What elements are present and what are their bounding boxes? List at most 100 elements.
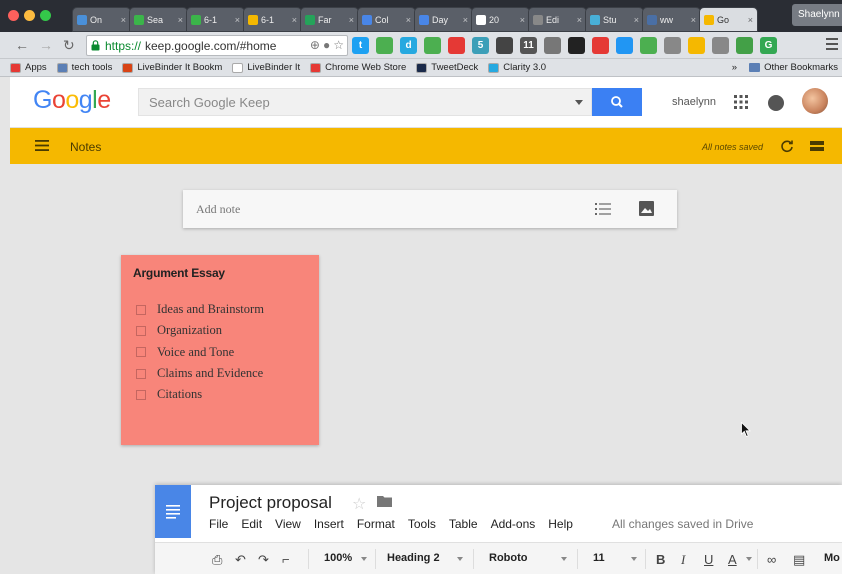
- docs-menu-item[interactable]: View: [275, 517, 301, 531]
- browser-tab[interactable]: Col ×: [357, 7, 416, 32]
- extension-icon[interactable]: 5: [472, 37, 489, 54]
- tab-close-icon[interactable]: ×: [520, 15, 525, 25]
- chevron-down-icon[interactable]: [361, 557, 367, 561]
- comment-icon[interactable]: ▤: [793, 552, 805, 568]
- chevron-down-icon[interactable]: [561, 557, 567, 561]
- chevron-down-icon[interactable]: [631, 557, 637, 561]
- search-input[interactable]: Search Google Keep: [149, 95, 270, 110]
- font-select[interactable]: Roboto: [489, 552, 527, 564]
- extension-icon[interactable]: [592, 37, 609, 54]
- checkbox[interactable]: [136, 325, 146, 336]
- docs-menu-item[interactable]: Tools: [408, 517, 436, 531]
- browser-tab[interactable]: 6-1 ×: [186, 7, 245, 32]
- checklist-item[interactable]: Ideas and Brainstorm: [136, 299, 264, 320]
- checklist-item[interactable]: Organization: [136, 320, 264, 341]
- browser-tab[interactable]: Day ×: [414, 7, 473, 32]
- tab-close-icon[interactable]: ×: [463, 15, 468, 25]
- extension-icon[interactable]: t: [352, 37, 369, 54]
- browser-tab[interactable]: 20 ×: [471, 7, 530, 32]
- extension-icon[interactable]: [736, 37, 753, 54]
- chevron-down-icon[interactable]: [746, 557, 752, 561]
- hamburger-menu-icon[interactable]: [35, 140, 49, 151]
- extension-icon[interactable]: [376, 37, 393, 54]
- browser-tab[interactable]: Edi ×: [528, 7, 587, 32]
- chevron-down-icon[interactable]: [575, 100, 583, 105]
- extension-icon[interactable]: d: [400, 37, 417, 54]
- google-logo[interactable]: Google: [33, 86, 111, 115]
- more-button[interactable]: Mo: [824, 552, 840, 564]
- redo-icon[interactable]: ↷: [258, 552, 269, 568]
- folder-icon[interactable]: [377, 495, 392, 507]
- docs-menu-item[interactable]: Add-ons: [491, 517, 536, 531]
- tab-close-icon[interactable]: ×: [235, 15, 240, 25]
- bookmark-item[interactable]: LiveBinder It: [232, 62, 300, 73]
- docs-menu-item[interactable]: Insert: [314, 517, 344, 531]
- browser-tab[interactable]: Stu ×: [585, 7, 644, 32]
- paint-format-icon[interactable]: ⌐: [282, 552, 290, 567]
- document-title[interactable]: Project proposal: [209, 493, 332, 513]
- tab-close-icon[interactable]: ×: [691, 15, 696, 25]
- bookmark-item[interactable]: Clarity 3.0: [488, 62, 546, 73]
- bookmark-item[interactable]: Apps: [10, 62, 47, 73]
- browser-tab[interactable]: Far ×: [300, 7, 359, 32]
- tab-close-icon[interactable]: ×: [292, 15, 297, 25]
- browser-tab[interactable]: Go ×: [699, 7, 758, 32]
- docs-menu-item[interactable]: File: [209, 517, 228, 531]
- other-bookmarks-button[interactable]: Other Bookmarks: [764, 62, 838, 73]
- checklist-item-text[interactable]: Claims and Evidence: [157, 366, 263, 381]
- minimize-window-icon[interactable]: [24, 10, 35, 21]
- extension-icon[interactable]: [544, 37, 561, 54]
- forward-icon[interactable]: →: [39, 36, 53, 54]
- maximize-window-icon[interactable]: [40, 10, 51, 21]
- notifications-icon[interactable]: [768, 95, 784, 111]
- apps-grid-icon[interactable]: [734, 95, 748, 109]
- close-window-icon[interactable]: [8, 10, 19, 21]
- bookmark-item[interactable]: TweetDeck: [416, 62, 478, 73]
- underline-icon[interactable]: U: [704, 552, 713, 567]
- checkbox[interactable]: [136, 368, 146, 379]
- tab-close-icon[interactable]: ×: [406, 15, 411, 25]
- docs-saved-status[interactable]: All changes saved in Drive: [612, 517, 753, 531]
- bookmark-item[interactable]: Chrome Web Store: [310, 62, 406, 73]
- docs-menu-item[interactable]: Table: [449, 517, 478, 531]
- docs-menu-item[interactable]: Edit: [241, 517, 262, 531]
- link-icon[interactable]: ∞: [767, 552, 776, 567]
- add-note-input[interactable]: Add note: [196, 202, 240, 217]
- italic-icon[interactable]: I: [681, 552, 685, 568]
- extension-icon[interactable]: G: [760, 37, 777, 54]
- address-bar[interactable]: https:// keep.google.com/#home ⊕ ● ☆: [86, 35, 348, 56]
- docs-menu-item[interactable]: Help: [548, 517, 573, 531]
- tab-close-icon[interactable]: ×: [634, 15, 639, 25]
- checkbox[interactable]: [136, 347, 146, 358]
- tab-close-icon[interactable]: ×: [121, 15, 126, 25]
- star-icon[interactable]: ☆: [352, 494, 366, 514]
- checklist-item-text[interactable]: Voice and Tone: [157, 345, 234, 360]
- refresh-icon[interactable]: [780, 139, 794, 153]
- zoom-icon[interactable]: ⊕: [310, 38, 320, 52]
- browser-tab[interactable]: On ×: [72, 7, 131, 32]
- search-button[interactable]: [592, 88, 642, 116]
- user-name[interactable]: shaelynn: [672, 96, 716, 108]
- bookmarks-overflow-button[interactable]: »: [732, 62, 737, 73]
- extension-icon[interactable]: [640, 37, 657, 54]
- extension-icon[interactable]: ●: [323, 38, 330, 52]
- list-view-icon[interactable]: [810, 141, 824, 151]
- extension-icon[interactable]: [688, 37, 705, 54]
- new-list-icon[interactable]: [595, 202, 611, 216]
- text-color-icon[interactable]: A: [728, 552, 737, 567]
- font-size-select[interactable]: 11: [593, 552, 605, 564]
- extension-icon[interactable]: [496, 37, 513, 54]
- tab-close-icon[interactable]: ×: [349, 15, 354, 25]
- undo-icon[interactable]: ↶: [235, 552, 246, 568]
- checkbox[interactable]: [136, 304, 146, 315]
- extension-icon[interactable]: [568, 37, 585, 54]
- browser-tab[interactable]: 6-1 ×: [243, 7, 302, 32]
- checklist-item[interactable]: Claims and Evidence: [136, 363, 264, 384]
- zoom-select[interactable]: 100%: [324, 552, 352, 564]
- search-box[interactable]: Search Google Keep: [138, 88, 592, 116]
- extension-icon[interactable]: [664, 37, 681, 54]
- checklist-item[interactable]: Voice and Tone: [136, 342, 264, 363]
- tab-close-icon[interactable]: ×: [577, 15, 582, 25]
- docs-menu-item[interactable]: Format: [357, 517, 395, 531]
- extension-icon[interactable]: [424, 37, 441, 54]
